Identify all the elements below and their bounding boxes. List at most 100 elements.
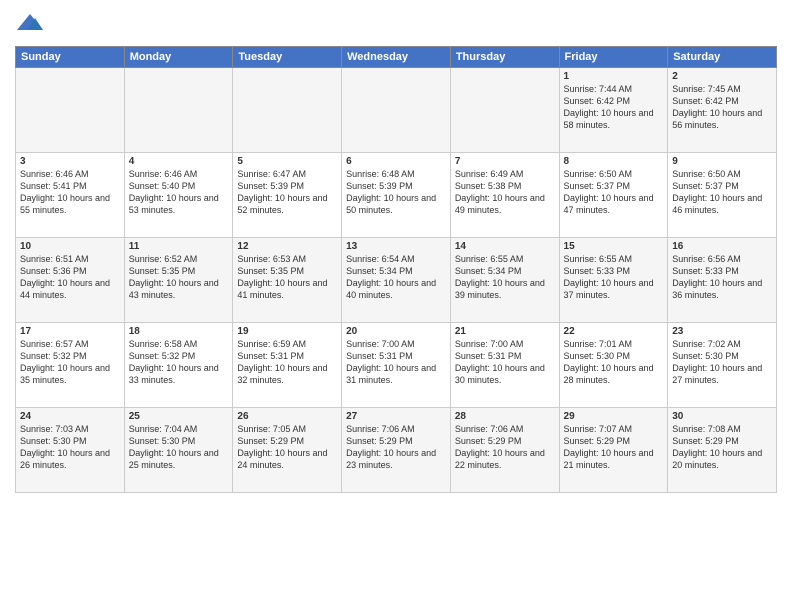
- day-number: 1: [564, 71, 664, 82]
- day-header-monday: Monday: [124, 47, 233, 68]
- day-cell: 16Sunrise: 6:56 AM Sunset: 5:33 PM Dayli…: [668, 238, 777, 323]
- day-info: Sunrise: 6:50 AM Sunset: 5:37 PM Dayligh…: [672, 168, 772, 217]
- day-number: 7: [455, 156, 555, 167]
- day-info: Sunrise: 7:06 AM Sunset: 5:29 PM Dayligh…: [455, 423, 555, 472]
- day-number: 30: [672, 411, 772, 422]
- day-info: Sunrise: 6:57 AM Sunset: 5:32 PM Dayligh…: [20, 338, 120, 387]
- day-cell: 1Sunrise: 7:44 AM Sunset: 6:42 PM Daylig…: [559, 68, 668, 153]
- week-row-4: 24Sunrise: 7:03 AM Sunset: 5:30 PM Dayli…: [16, 408, 777, 493]
- day-header-tuesday: Tuesday: [233, 47, 342, 68]
- day-cell: 30Sunrise: 7:08 AM Sunset: 5:29 PM Dayli…: [668, 408, 777, 493]
- day-info: Sunrise: 6:55 AM Sunset: 5:34 PM Dayligh…: [455, 253, 555, 302]
- day-cell: 5Sunrise: 6:47 AM Sunset: 5:39 PM Daylig…: [233, 153, 342, 238]
- day-header-thursday: Thursday: [450, 47, 559, 68]
- day-cell: 23Sunrise: 7:02 AM Sunset: 5:30 PM Dayli…: [668, 323, 777, 408]
- day-cell: 27Sunrise: 7:06 AM Sunset: 5:29 PM Dayli…: [342, 408, 451, 493]
- day-cell: 21Sunrise: 7:00 AM Sunset: 5:31 PM Dayli…: [450, 323, 559, 408]
- day-cell: 4Sunrise: 6:46 AM Sunset: 5:40 PM Daylig…: [124, 153, 233, 238]
- day-number: 15: [564, 241, 664, 252]
- week-row-2: 10Sunrise: 6:51 AM Sunset: 5:36 PM Dayli…: [16, 238, 777, 323]
- day-number: 13: [346, 241, 446, 252]
- day-cell: 13Sunrise: 6:54 AM Sunset: 5:34 PM Dayli…: [342, 238, 451, 323]
- day-info: Sunrise: 7:07 AM Sunset: 5:29 PM Dayligh…: [564, 423, 664, 472]
- header-row: SundayMondayTuesdayWednesdayThursdayFrid…: [16, 47, 777, 68]
- day-info: Sunrise: 7:02 AM Sunset: 5:30 PM Dayligh…: [672, 338, 772, 387]
- day-info: Sunrise: 7:00 AM Sunset: 5:31 PM Dayligh…: [346, 338, 446, 387]
- day-cell: 24Sunrise: 7:03 AM Sunset: 5:30 PM Dayli…: [16, 408, 125, 493]
- header: [15, 10, 777, 38]
- week-row-3: 17Sunrise: 6:57 AM Sunset: 5:32 PM Dayli…: [16, 323, 777, 408]
- day-info: Sunrise: 6:55 AM Sunset: 5:33 PM Dayligh…: [564, 253, 664, 302]
- day-number: 19: [237, 326, 337, 337]
- logo-icon: [15, 10, 45, 38]
- day-number: 21: [455, 326, 555, 337]
- day-info: Sunrise: 7:03 AM Sunset: 5:30 PM Dayligh…: [20, 423, 120, 472]
- day-info: Sunrise: 7:08 AM Sunset: 5:29 PM Dayligh…: [672, 423, 772, 472]
- day-cell: 26Sunrise: 7:05 AM Sunset: 5:29 PM Dayli…: [233, 408, 342, 493]
- day-cell: [450, 68, 559, 153]
- day-number: 17: [20, 326, 120, 337]
- day-number: 18: [129, 326, 229, 337]
- day-info: Sunrise: 7:00 AM Sunset: 5:31 PM Dayligh…: [455, 338, 555, 387]
- day-cell: 25Sunrise: 7:04 AM Sunset: 5:30 PM Dayli…: [124, 408, 233, 493]
- day-info: Sunrise: 6:54 AM Sunset: 5:34 PM Dayligh…: [346, 253, 446, 302]
- day-number: 22: [564, 326, 664, 337]
- day-number: 28: [455, 411, 555, 422]
- day-info: Sunrise: 6:56 AM Sunset: 5:33 PM Dayligh…: [672, 253, 772, 302]
- day-number: 6: [346, 156, 446, 167]
- day-header-saturday: Saturday: [668, 47, 777, 68]
- day-number: 11: [129, 241, 229, 252]
- day-info: Sunrise: 7:45 AM Sunset: 6:42 PM Dayligh…: [672, 83, 772, 132]
- day-number: 25: [129, 411, 229, 422]
- day-info: Sunrise: 7:05 AM Sunset: 5:29 PM Dayligh…: [237, 423, 337, 472]
- day-number: 10: [20, 241, 120, 252]
- logo: [15, 10, 49, 38]
- day-info: Sunrise: 6:53 AM Sunset: 5:35 PM Dayligh…: [237, 253, 337, 302]
- day-number: 12: [237, 241, 337, 252]
- day-cell: 17Sunrise: 6:57 AM Sunset: 5:32 PM Dayli…: [16, 323, 125, 408]
- day-number: 8: [564, 156, 664, 167]
- day-cell: 20Sunrise: 7:00 AM Sunset: 5:31 PM Dayli…: [342, 323, 451, 408]
- day-number: 14: [455, 241, 555, 252]
- day-info: Sunrise: 6:49 AM Sunset: 5:38 PM Dayligh…: [455, 168, 555, 217]
- week-row-1: 3Sunrise: 6:46 AM Sunset: 5:41 PM Daylig…: [16, 153, 777, 238]
- day-cell: 11Sunrise: 6:52 AM Sunset: 5:35 PM Dayli…: [124, 238, 233, 323]
- week-row-0: 1Sunrise: 7:44 AM Sunset: 6:42 PM Daylig…: [16, 68, 777, 153]
- day-info: Sunrise: 6:58 AM Sunset: 5:32 PM Dayligh…: [129, 338, 229, 387]
- day-info: Sunrise: 6:48 AM Sunset: 5:39 PM Dayligh…: [346, 168, 446, 217]
- page: SundayMondayTuesdayWednesdayThursdayFrid…: [0, 0, 792, 508]
- day-info: Sunrise: 7:06 AM Sunset: 5:29 PM Dayligh…: [346, 423, 446, 472]
- day-cell: 6Sunrise: 6:48 AM Sunset: 5:39 PM Daylig…: [342, 153, 451, 238]
- day-info: Sunrise: 7:04 AM Sunset: 5:30 PM Dayligh…: [129, 423, 229, 472]
- day-number: 9: [672, 156, 772, 167]
- day-number: 24: [20, 411, 120, 422]
- day-cell: 14Sunrise: 6:55 AM Sunset: 5:34 PM Dayli…: [450, 238, 559, 323]
- day-number: 5: [237, 156, 337, 167]
- day-number: 26: [237, 411, 337, 422]
- day-info: Sunrise: 6:51 AM Sunset: 5:36 PM Dayligh…: [20, 253, 120, 302]
- day-number: 27: [346, 411, 446, 422]
- day-cell: [233, 68, 342, 153]
- day-info: Sunrise: 6:50 AM Sunset: 5:37 PM Dayligh…: [564, 168, 664, 217]
- day-cell: 15Sunrise: 6:55 AM Sunset: 5:33 PM Dayli…: [559, 238, 668, 323]
- day-cell: 19Sunrise: 6:59 AM Sunset: 5:31 PM Dayli…: [233, 323, 342, 408]
- day-number: 16: [672, 241, 772, 252]
- day-cell: 7Sunrise: 6:49 AM Sunset: 5:38 PM Daylig…: [450, 153, 559, 238]
- day-number: 4: [129, 156, 229, 167]
- day-header-sunday: Sunday: [16, 47, 125, 68]
- day-info: Sunrise: 6:46 AM Sunset: 5:41 PM Dayligh…: [20, 168, 120, 217]
- day-info: Sunrise: 6:59 AM Sunset: 5:31 PM Dayligh…: [237, 338, 337, 387]
- day-cell: 9Sunrise: 6:50 AM Sunset: 5:37 PM Daylig…: [668, 153, 777, 238]
- day-number: 2: [672, 71, 772, 82]
- day-cell: [124, 68, 233, 153]
- day-cell: 28Sunrise: 7:06 AM Sunset: 5:29 PM Dayli…: [450, 408, 559, 493]
- day-info: Sunrise: 6:52 AM Sunset: 5:35 PM Dayligh…: [129, 253, 229, 302]
- day-number: 3: [20, 156, 120, 167]
- day-cell: 22Sunrise: 7:01 AM Sunset: 5:30 PM Dayli…: [559, 323, 668, 408]
- day-info: Sunrise: 7:44 AM Sunset: 6:42 PM Dayligh…: [564, 83, 664, 132]
- day-cell: 10Sunrise: 6:51 AM Sunset: 5:36 PM Dayli…: [16, 238, 125, 323]
- day-cell: [16, 68, 125, 153]
- day-info: Sunrise: 6:47 AM Sunset: 5:39 PM Dayligh…: [237, 168, 337, 217]
- day-number: 23: [672, 326, 772, 337]
- day-cell: 2Sunrise: 7:45 AM Sunset: 6:42 PM Daylig…: [668, 68, 777, 153]
